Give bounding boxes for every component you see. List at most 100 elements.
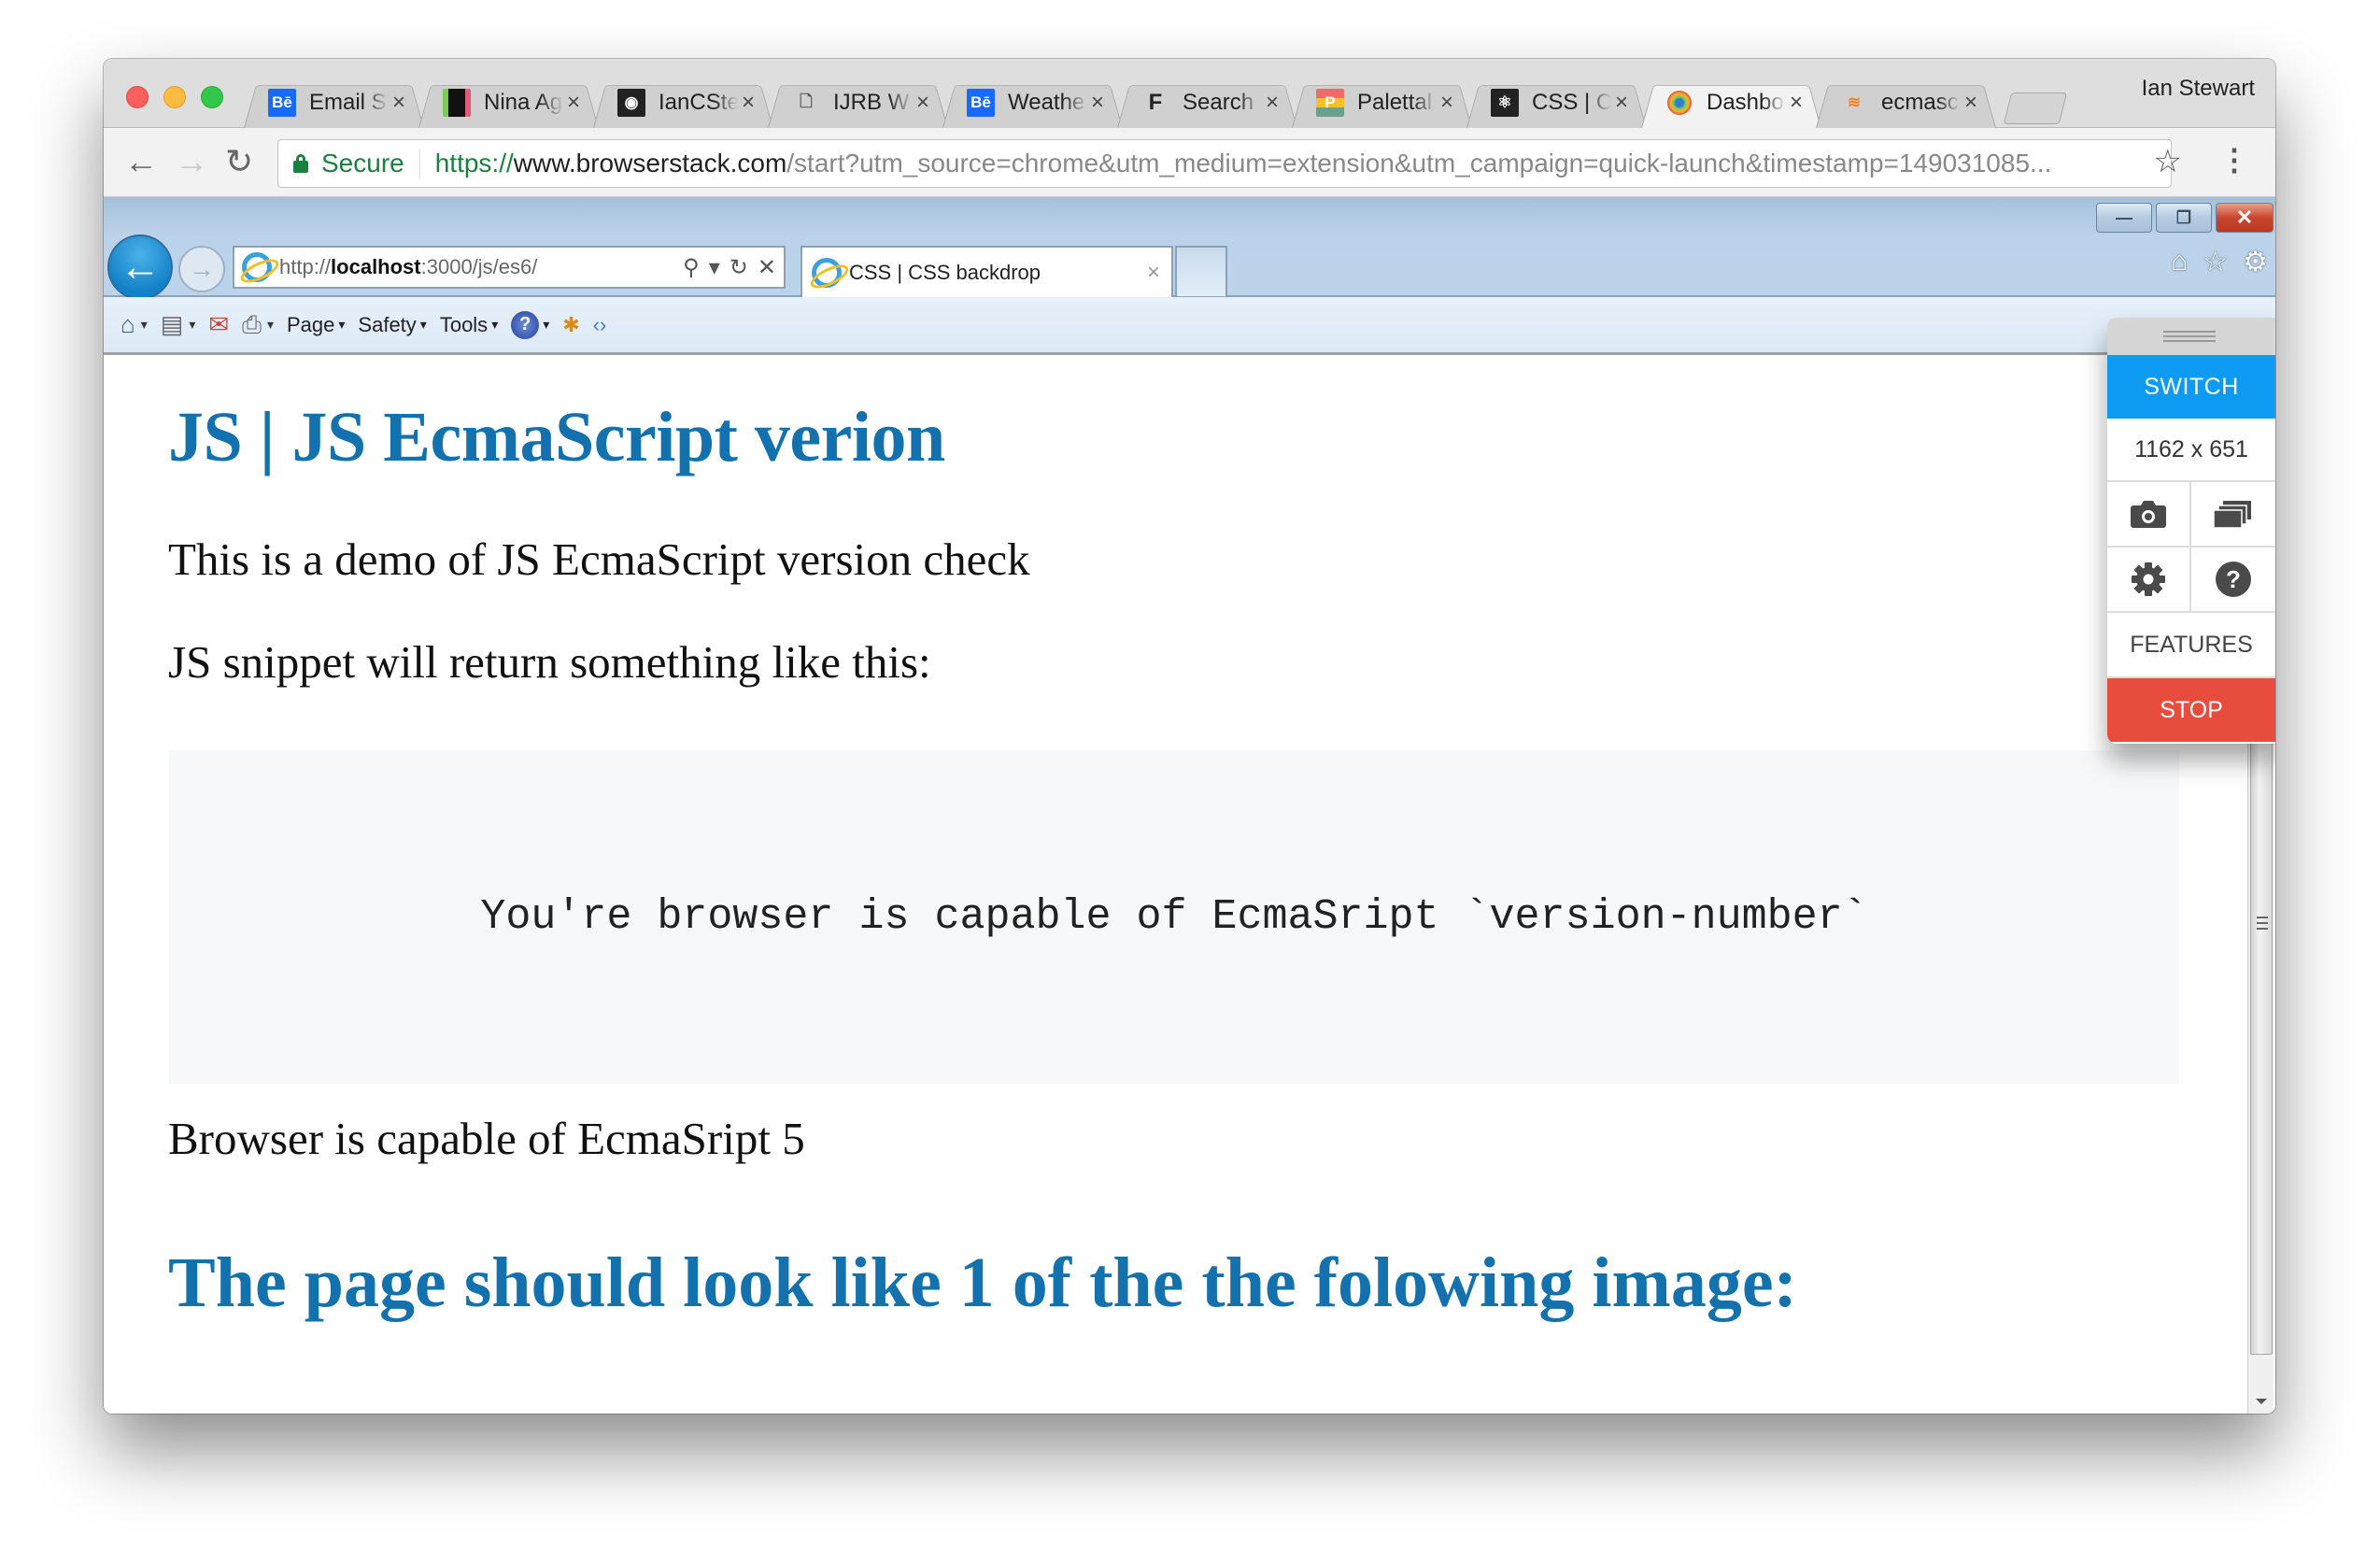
ie-back-button[interactable]: ←	[107, 235, 173, 300]
code-block: You're browser is capable of EcmaSript `…	[169, 750, 2179, 1084]
help-menu[interactable]: ? ▾	[511, 310, 549, 339]
favorites-star-icon[interactable]: ☆	[2203, 246, 2228, 278]
tab-close-icon[interactable]: ×	[1790, 90, 1803, 116]
tab-close-icon[interactable]: ×	[1615, 90, 1628, 116]
ie-url-host: localhost	[331, 255, 421, 278]
gear-icon[interactable]: ⚙	[2243, 246, 2268, 278]
ie-address-bar[interactable]: http:// localhost :3000/js/es6/ ⚲ ▾ ↻ ✕	[233, 246, 786, 289]
browser-tab[interactable]: Nina Ag ×	[418, 78, 599, 128]
tab-close-icon[interactable]: ×	[1440, 90, 1453, 116]
tab-close-icon[interactable]: ×	[1091, 90, 1104, 116]
refresh-icon[interactable]: ↻	[730, 254, 748, 281]
switch-button[interactable]: SWITCH	[2107, 355, 2275, 419]
chevron-down-icon[interactable]: ▾	[141, 317, 148, 333]
scroll-down-arrow-icon[interactable]	[2256, 1399, 2267, 1404]
vertical-scrollbar[interactable]	[2247, 710, 2274, 1414]
tab-close-icon[interactable]: ×	[392, 90, 405, 116]
gear-icon	[2132, 562, 2165, 596]
help-button[interactable]: ?	[2191, 547, 2275, 613]
ie-tab-close-icon[interactable]: ×	[1147, 260, 1160, 286]
safety-menu-label: Safety	[358, 312, 417, 336]
back-button[interactable]: ←	[124, 145, 158, 178]
tab-close-icon[interactable]: ×	[916, 90, 929, 116]
close-window-button[interactable]	[126, 86, 149, 108]
mail-icon[interactable]: ✉	[208, 310, 229, 339]
browser-tab[interactable]: ◉ IanCSte ×	[593, 78, 773, 128]
ie-logo-icon	[242, 252, 272, 282]
zoom-window-button[interactable]	[201, 86, 223, 108]
browserstack-panel: SWITCH 1162 x 651 ? FEATURES STOP	[2107, 318, 2275, 744]
ie-command-bar: ⌂ ▾ ▤ ▾ ✉ ⎙ ▾ Page ▾ Safety ▾ Tools ▾ ? ▾ ✱ …	[104, 297, 2275, 355]
behance-icon: Bē	[268, 89, 296, 117]
url-scheme: https://	[434, 149, 514, 178]
stop-button[interactable]: STOP	[2107, 678, 2275, 742]
browser-tab[interactable]: ≋ ecmasc ×	[1816, 78, 1996, 128]
page-menu[interactable]: Page ▾	[287, 313, 345, 337]
ie-minimize-button[interactable]: —	[2096, 203, 2152, 233]
page-title: JS | JS EcmaScript verion	[168, 398, 945, 476]
browser-tab[interactable]: P Palettal ×	[1292, 78, 1472, 128]
tab-close-icon[interactable]: ×	[567, 90, 580, 116]
palettab-icon: P	[1316, 89, 1344, 117]
ie-forward-button[interactable]: →	[178, 246, 225, 292]
chevron-down-icon: ▾	[338, 317, 346, 332]
new-tab-button[interactable]	[2007, 92, 2063, 124]
url-host: www.browserstack.com	[513, 149, 787, 178]
snippet-lead-paragraph: JS snippet will return something like th…	[168, 636, 931, 688]
dropdown-icon[interactable]: ▾	[709, 254, 720, 281]
tools-menu[interactable]: Tools ▾	[440, 313, 498, 337]
web-page-content: JS | JS EcmaScript verion This is a demo…	[104, 355, 2275, 1414]
browser-tab[interactable]: F Search ×	[1117, 78, 1297, 128]
ie-url-rest: :3000/js/es6/	[420, 255, 538, 278]
tab-close-icon[interactable]: ×	[1964, 90, 1977, 116]
browser-tab[interactable]: 🗋 IJRB W ×	[768, 78, 948, 128]
ie-restore-button[interactable]: ❐	[2156, 203, 2212, 233]
tab-title: IanCSte	[659, 90, 738, 115]
tab-close-icon[interactable]: ×	[742, 90, 755, 116]
camera-icon	[2131, 501, 2166, 528]
behance-icon: Bē	[967, 89, 995, 117]
bookmark-star-icon[interactable]: ☆	[2154, 145, 2182, 178]
ie-new-tab-button[interactable]	[1175, 246, 1227, 296]
screenshot-button[interactable]	[2107, 482, 2191, 547]
developer-tools-icon[interactable]: ‹›	[593, 313, 607, 337]
home-icon[interactable]: ⌂	[120, 310, 135, 339]
help-icon: ?	[511, 310, 540, 339]
print-icon[interactable]: ⎙	[242, 310, 262, 340]
browser-tab[interactable]: ◎ Dashbo×	[1641, 78, 1821, 128]
tools-grid: ?	[2107, 482, 2275, 613]
chevron-down-icon[interactable]: ▾	[189, 317, 195, 333]
minimize-window-button[interactable]	[163, 86, 186, 108]
safety-menu[interactable]: Safety ▾	[358, 313, 426, 337]
code-text: You're browser is capable of EcmaSript `…	[480, 893, 1868, 941]
browser-tab[interactable]: ⚛ CSS | C ×	[1466, 78, 1647, 128]
browser-tab[interactable]: Bē Email S ×	[244, 78, 424, 128]
stop-icon[interactable]: ✕	[758, 254, 776, 281]
tab-title: Email S	[309, 90, 387, 115]
features-button[interactable]: FEATURES	[2107, 613, 2275, 678]
url-path: /start?utm_source=chrome&utm_medium=exte…	[786, 149, 2052, 178]
gallery-button[interactable]	[2191, 482, 2275, 547]
address-bar[interactable]: Secure https:// www.browserstack.com /st…	[277, 139, 2172, 188]
stackoverflow-icon: ≋	[1847, 93, 1862, 111]
panel-drag-handle[interactable]	[2107, 318, 2275, 355]
chevron-down-icon[interactable]: ▾	[267, 317, 274, 333]
search-icon[interactable]: ⚲	[683, 254, 700, 281]
chrome-menu-icon[interactable]: ⋮	[2219, 143, 2249, 177]
forward-button[interactable]: →	[175, 145, 208, 178]
resolution-button[interactable]: 1162 x 651	[2107, 419, 2275, 482]
tab-close-icon[interactable]: ×	[1266, 90, 1279, 116]
reload-button[interactable]: ↻	[225, 145, 253, 178]
ie-close-button[interactable]: ✕	[2216, 203, 2274, 233]
scrollbar-thumb[interactable]	[2250, 710, 2273, 1355]
rss-feed-icon[interactable]: ▤	[161, 310, 184, 339]
result-paragraph: Browser is capable of EcmaSript 5	[168, 1113, 805, 1164]
tab-title: Dashbo	[1707, 90, 1784, 115]
browser-tab[interactable]: Bē Weathe ×	[942, 78, 1123, 128]
home-icon[interactable]: ⌂	[2171, 246, 2188, 278]
settings-button[interactable]	[2107, 547, 2191, 613]
profile-name[interactable]: Ian Stewart	[2142, 76, 2255, 102]
github-icon: ◉	[617, 89, 645, 117]
research-icon[interactable]: ✱	[562, 313, 579, 337]
ie-tab-active[interactable]: CSS | CSS backdrop ×	[800, 246, 1173, 298]
